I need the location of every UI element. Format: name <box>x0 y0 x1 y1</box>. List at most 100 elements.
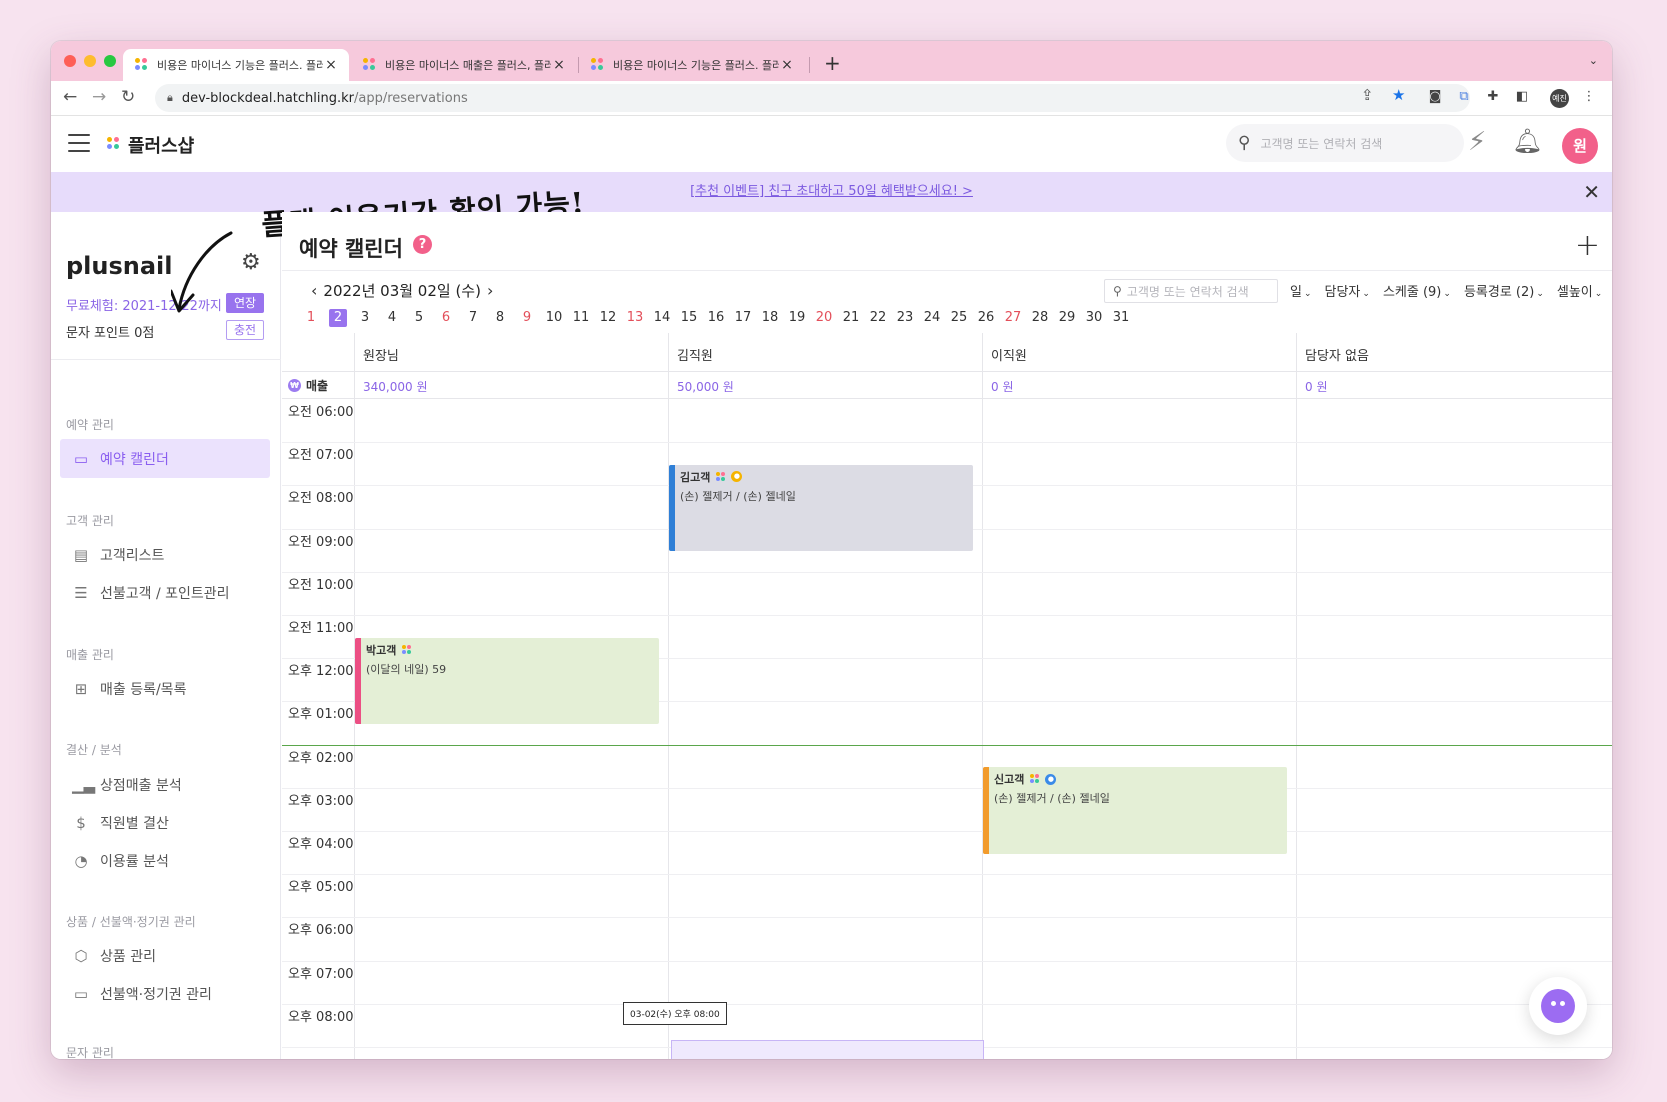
day-2[interactable]: 2 <box>329 309 347 327</box>
staff-filter-dropdown[interactable]: 담당자 ⌄ <box>1325 281 1370 300</box>
day-8[interactable]: 8 <box>491 309 509 327</box>
global-search-input[interactable]: ⚲ 고객명 또는 연락처 검색 <box>1226 124 1464 162</box>
day-30[interactable]: 30 <box>1085 309 1103 327</box>
forward-arrow-icon[interactable]: → <box>92 87 106 107</box>
close-window-button[interactable] <box>64 55 76 67</box>
share-icon[interactable]: ⇪ <box>1361 86 1374 104</box>
day-7[interactable]: 7 <box>464 309 482 327</box>
sales-row: ₩ 매출 340,000 원 50,000 원 0 원 0 원 <box>282 372 1612 399</box>
day-23[interactable]: 23 <box>896 309 914 327</box>
close-tab-icon[interactable]: × <box>323 57 339 73</box>
day-17[interactable]: 17 <box>734 309 752 327</box>
lightning-bolt-icon[interactable]: ⚡︎ <box>1468 127 1486 157</box>
hamburger-menu-icon[interactable] <box>68 134 90 152</box>
chevron-down-icon: ⌄ <box>1303 289 1312 299</box>
chat-support-button[interactable] <box>1529 977 1587 1035</box>
day-14[interactable]: 14 <box>653 309 671 327</box>
day-3[interactable]: 3 <box>356 309 374 327</box>
cell-height-dropdown[interactable]: 셀높이 ⌄ <box>1557 281 1602 300</box>
day-28[interactable]: 28 <box>1031 309 1049 327</box>
day-20[interactable]: 20 <box>815 309 833 327</box>
brand-logo[interactable]: 플러스샵 <box>107 132 194 158</box>
day-6[interactable]: 6 <box>437 309 455 327</box>
event-banner-link[interactable]: [추천 이벤트] 친구 초대하고 50일 혜택받으세요! > <box>690 184 973 199</box>
help-icon[interactable]: ? <box>413 235 432 254</box>
selected-time-slot[interactable] <box>671 1040 984 1059</box>
day-26[interactable]: 26 <box>977 309 995 327</box>
staff-name-director[interactable]: 원장님 <box>363 345 399 364</box>
new-tab-icon[interactable]: + <box>824 51 841 75</box>
channel-filter-dropdown[interactable]: 등록경로 (2) ⌄ <box>1464 281 1544 300</box>
address-bar[interactable]: 🔒︎ dev-blockdeal.hatchling.kr/app/reserv… <box>155 84 1470 112</box>
current-date[interactable]: 2022년 03월 02일 (수) <box>323 280 481 301</box>
day-21[interactable]: 21 <box>842 309 860 327</box>
back-arrow-icon[interactable]: ← <box>63 87 77 107</box>
browser-tab-1[interactable]: 비용은 마이너스 기능은 플러스. 플러 × <box>123 49 349 81</box>
day-12[interactable]: 12 <box>599 309 617 327</box>
tab-search-chevron-icon[interactable]: ⌄ <box>1589 54 1598 67</box>
sidebar-item-reservation-calendar[interactable]: ▭ 예약 캘린더 <box>60 439 270 478</box>
side-panel-icon[interactable]: ◧ <box>1513 88 1531 106</box>
extensions-puzzle-icon[interactable]: ✚ <box>1484 88 1502 106</box>
day-27[interactable]: 27 <box>1004 309 1022 327</box>
browser-tab-2[interactable]: 비용은 마이너스 매출은 플러스, 플러 × <box>351 49 577 81</box>
camera-icon[interactable]: ◙ <box>1426 88 1444 106</box>
day-13[interactable]: 13 <box>626 309 644 327</box>
day-10[interactable]: 10 <box>545 309 563 327</box>
browser-tab-3[interactable]: 비용은 마이너스 기능은 플러스. 플러 × <box>579 49 805 81</box>
browser-menu-icon[interactable]: ⋮ <box>1580 88 1598 106</box>
minimize-window-button[interactable] <box>84 55 96 67</box>
day-22[interactable]: 22 <box>869 309 887 327</box>
sidebar: plusnail ⚙ 무료체험: 2021-12-22까지 연장 문자 포인트 … <box>51 212 281 1059</box>
appointment-card[interactable]: 박고객 (이달의 네일) 59 <box>355 637 659 724</box>
day-24[interactable]: 24 <box>923 309 941 327</box>
appointment-card[interactable]: 신고객 ● (손) 젤제거 / (손) 젤네일 <box>983 767 1287 854</box>
notification-bell-icon[interactable]: 🔔︎ <box>1512 127 1542 155</box>
day-18[interactable]: 18 <box>761 309 779 327</box>
user-avatar[interactable]: 원 <box>1562 128 1598 164</box>
day-4[interactable]: 4 <box>383 309 401 327</box>
day-1[interactable]: 1 <box>302 309 320 327</box>
sidebar-item-prepaid-pass[interactable]: ▭ 선불액·정기권 관리 <box>60 974 270 1013</box>
day-29[interactable]: 29 <box>1058 309 1076 327</box>
view-mode-dropdown[interactable]: 일 ⌄ <box>1290 281 1312 300</box>
close-tab-icon[interactable]: × <box>551 57 567 73</box>
browser-profile-avatar[interactable]: 예진 <box>1550 89 1569 108</box>
staff-name-unassigned[interactable]: 담당자 없음 <box>1305 345 1369 364</box>
close-tab-icon[interactable]: × <box>779 57 795 73</box>
day-9[interactable]: 9 <box>518 309 536 327</box>
sidebar-item-usage-analysis[interactable]: ◔ 이용률 분석 <box>60 841 270 880</box>
calendar-search-input[interactable]: ⚲ 고객명 또는 연락처 검색 <box>1104 279 1278 303</box>
appointment-card[interactable]: 김고객 ● (손) 젤제거 / (손) 젤네일 <box>669 464 973 552</box>
maximize-window-button[interactable] <box>104 55 116 67</box>
day-25[interactable]: 25 <box>950 309 968 327</box>
sidebar-item-product-management[interactable]: ⬡ 상품 관리 <box>60 936 270 975</box>
day-31[interactable]: 31 <box>1112 309 1130 327</box>
sidebar-item-sales-register[interactable]: ⊞ 매출 등록/목록 <box>60 669 270 708</box>
staff-name-kim[interactable]: 김직원 <box>677 345 713 364</box>
day-11[interactable]: 11 <box>572 309 590 327</box>
translate-icon[interactable]: ⧉ <box>1455 88 1473 106</box>
day-16[interactable]: 16 <box>707 309 725 327</box>
time-label: 오후 04:00 <box>288 837 354 852</box>
tab-title: 비용은 마이너스 기능은 플러스. 플러 <box>157 59 323 72</box>
staff-name-lee[interactable]: 이직원 <box>991 345 1027 364</box>
day-15[interactable]: 15 <box>680 309 698 327</box>
bookmark-star-icon[interactable]: ★ <box>1392 86 1405 104</box>
day-5[interactable]: 5 <box>410 309 428 327</box>
sidebar-item-store-sales-analysis[interactable]: ▁▃ 상점매출 분석 <box>60 765 270 804</box>
time-label: 오후 03:00 <box>288 793 354 809</box>
plusshop-favicon-icon <box>363 58 377 72</box>
sidebar-item-prepaid-customers[interactable]: ☰ 선불고객 / 포인트관리 <box>60 573 270 612</box>
sidebar-item-staff-settlement[interactable]: $ 직원별 결산 <box>60 803 270 842</box>
sidebar-item-customer-list[interactable]: ▤ 고객리스트 <box>60 535 270 574</box>
add-reservation-icon[interactable]: + <box>1575 228 1600 263</box>
day-19[interactable]: 19 <box>788 309 806 327</box>
schedule-filter-dropdown[interactable]: 스케줄 (9) ⌄ <box>1383 281 1451 300</box>
sales-label-text: 매출 <box>306 379 329 393</box>
next-date-chevron-icon[interactable]: › <box>487 281 493 300</box>
prev-date-chevron-icon[interactable]: ‹ <box>311 281 317 300</box>
reload-icon[interactable]: ↻ <box>121 87 135 107</box>
close-icon[interactable]: ✕ <box>1583 172 1600 212</box>
chevron-down-icon: ⌄ <box>1594 289 1603 299</box>
